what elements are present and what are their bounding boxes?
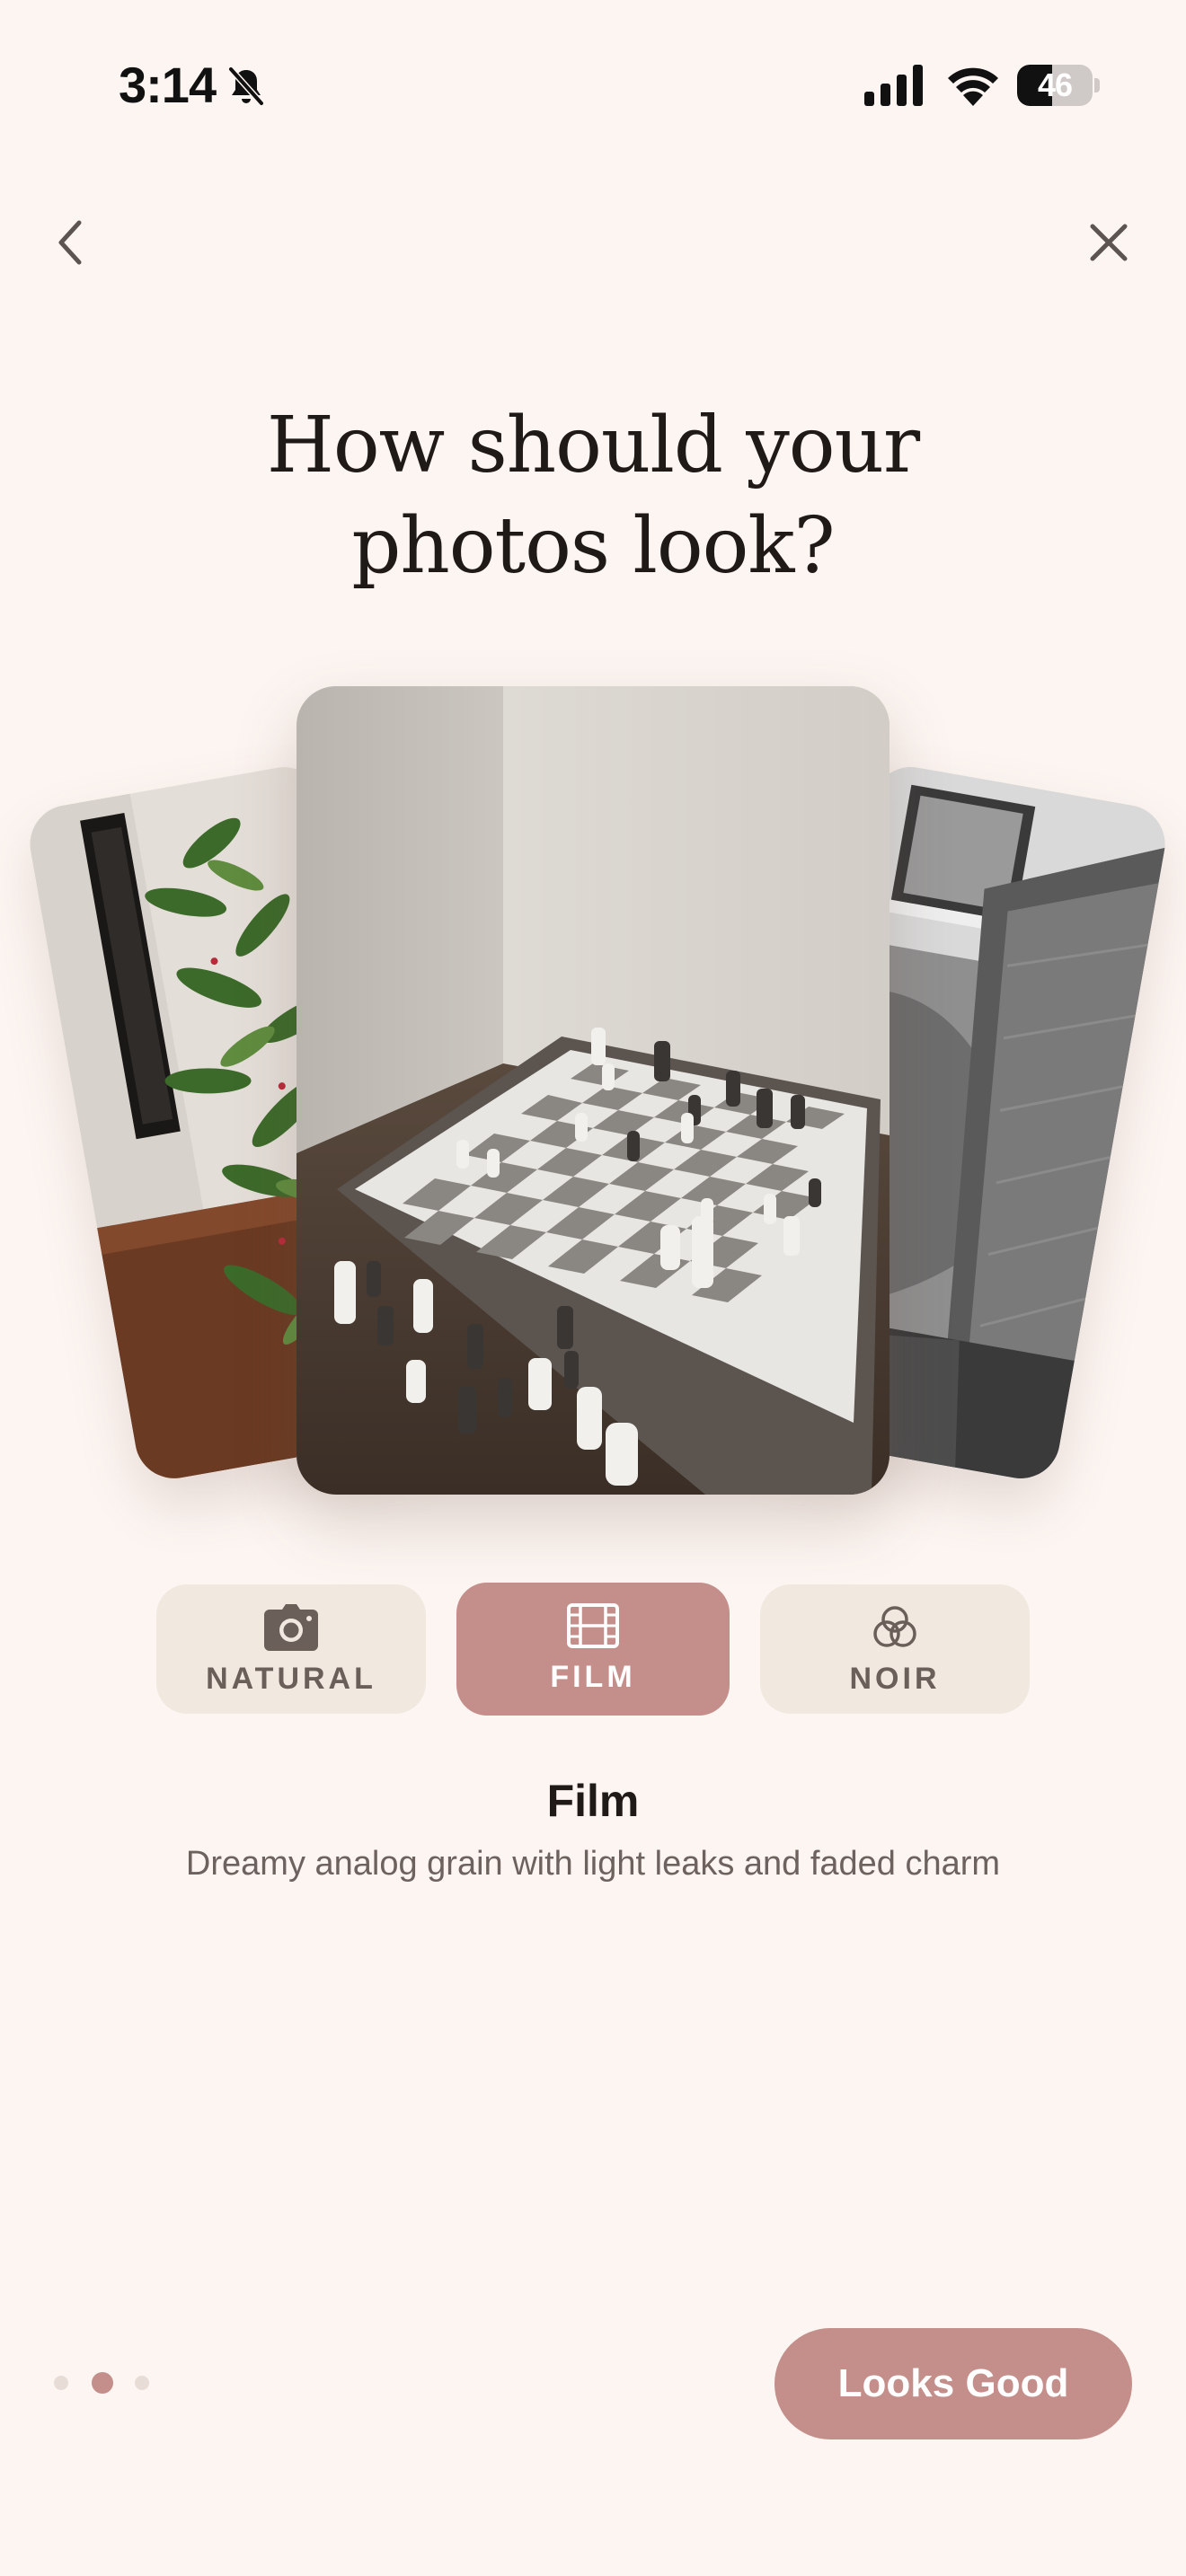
bell-slash-icon (228, 66, 264, 106)
filter-option-natural[interactable]: NATURAL (156, 1584, 426, 1714)
status-bar: 3:14 46 (0, 0, 1186, 171)
selected-filter-name: Film (546, 1776, 640, 1826)
page-title-line-1: How should your (266, 401, 920, 490)
page-dot (54, 2376, 68, 2390)
page-dot (135, 2376, 149, 2390)
filter-options: NATURAL FILM NOIR (0, 1583, 1186, 1717)
filter-label-natural: NATURAL (206, 1662, 376, 1696)
close-button[interactable] (1073, 207, 1145, 278)
page-dot-active (92, 2372, 113, 2394)
filter-label-noir: NOIR (849, 1662, 941, 1696)
page-title: How should your photos look? (144, 395, 1042, 596)
status-time: 3:14 (119, 57, 217, 113)
wifi-icon (948, 67, 998, 106)
filter-label-film: FILM (550, 1660, 636, 1694)
photo-card-center[interactable] (296, 686, 890, 1495)
selected-filter-description: Dreamy analog grain with light leaks and… (185, 1845, 1001, 1883)
looks-good-button[interactable]: Looks Good (774, 2328, 1132, 2439)
battery-icon: 46 (1017, 65, 1100, 106)
filter-option-film[interactable]: FILM (456, 1583, 730, 1716)
back-button[interactable] (34, 207, 106, 278)
photo-carousel[interactable] (0, 665, 1186, 1527)
overlapping-circles-icon (873, 1606, 916, 1647)
battery-level: 46 (1037, 66, 1073, 103)
film-icon (567, 1603, 619, 1648)
chevron-left-icon (58, 220, 82, 265)
chess-photo (296, 686, 890, 1495)
filter-option-noir[interactable]: NOIR (760, 1584, 1030, 1714)
cellular-signal-icon (864, 65, 923, 106)
camera-icon (264, 1604, 318, 1651)
close-icon (1090, 224, 1128, 261)
page-title-line-2: photos look? (351, 501, 835, 591)
page-indicator (50, 2369, 158, 2396)
